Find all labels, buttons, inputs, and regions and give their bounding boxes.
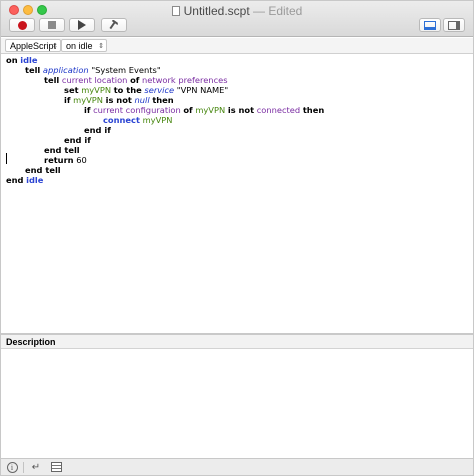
code-line: tell current location of network prefere… bbox=[44, 75, 228, 85]
stop-icon bbox=[48, 21, 56, 29]
code-line: return 60 bbox=[44, 155, 87, 165]
script-editor-window: Untitled.scpt — Edited AppleScript ⇕ on … bbox=[0, 0, 474, 476]
title-bar: Untitled.scpt — Edited bbox=[1, 1, 473, 37]
code-line: end if bbox=[84, 125, 111, 135]
window-title-text: Untitled.scpt bbox=[183, 4, 250, 18]
description-text-area[interactable] bbox=[1, 350, 473, 458]
run-icon bbox=[78, 20, 86, 30]
log-tab-button[interactable] bbox=[49, 461, 63, 473]
list-icon bbox=[50, 462, 62, 472]
code-line: end tell bbox=[44, 145, 80, 155]
info-icon: i bbox=[6, 461, 18, 473]
code-line: end if bbox=[64, 135, 91, 145]
result-tab-button[interactable]: ↵ bbox=[29, 461, 43, 473]
code-line: set myVPN to the service "VPN NAME" bbox=[64, 85, 229, 95]
window-title: Untitled.scpt — Edited bbox=[1, 4, 473, 18]
chevron-updown-icon: ⇕ bbox=[52, 43, 58, 50]
document-icon bbox=[171, 6, 180, 16]
code-line: end idle bbox=[6, 175, 44, 185]
side-panel-icon bbox=[448, 20, 460, 30]
stop-button[interactable] bbox=[39, 18, 65, 32]
code-line: on idle bbox=[6, 55, 38, 65]
script-editor[interactable]: on idle tell application "System Events"… bbox=[1, 55, 473, 333]
hammer-icon bbox=[109, 19, 118, 29]
bottom-bar: i ↵ bbox=[1, 458, 473, 475]
compile-button[interactable] bbox=[101, 18, 127, 32]
code-line: if current configuration of myVPN is not… bbox=[84, 105, 325, 115]
return-arrow-icon: ↵ bbox=[31, 461, 41, 473]
record-button[interactable] bbox=[9, 18, 35, 32]
description-tab-button[interactable]: i bbox=[5, 461, 19, 473]
code-line: end tell bbox=[25, 165, 61, 175]
separator bbox=[23, 462, 24, 473]
record-icon bbox=[17, 20, 27, 30]
code-line: connect myVPN bbox=[103, 115, 173, 125]
chevron-updown-icon: ⇕ bbox=[98, 43, 104, 50]
language-label: AppleScript bbox=[10, 41, 57, 51]
code-line: tell application "System Events" bbox=[25, 65, 161, 75]
code-line: if myVPN is not null then bbox=[64, 95, 174, 105]
show-log-view-button[interactable] bbox=[419, 18, 441, 32]
language-popup[interactable]: AppleScript ⇕ bbox=[5, 39, 61, 52]
handler-popup[interactable]: on idle ⇕ bbox=[61, 39, 107, 52]
navigation-bar: AppleScript ⇕ on idle ⇕ bbox=[1, 38, 473, 54]
edited-indicator: — Edited bbox=[253, 4, 303, 18]
run-button[interactable] bbox=[69, 18, 95, 32]
bottom-panel-icon bbox=[424, 20, 436, 30]
handler-label: on idle bbox=[66, 41, 93, 51]
text-caret bbox=[6, 153, 7, 164]
show-library-view-button[interactable] bbox=[443, 18, 465, 32]
description-header: Description bbox=[1, 335, 473, 349]
